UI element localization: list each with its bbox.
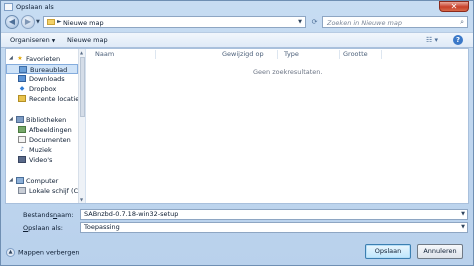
chevron-down-icon[interactable]: ▼	[461, 223, 465, 232]
column-header-size[interactable]: Grootte	[343, 50, 368, 58]
organize-button[interactable]: Organiseren ▼	[10, 36, 55, 44]
chevron-up-icon: ▲	[6, 248, 15, 257]
column-header-name[interactable]: Naam	[95, 50, 114, 58]
window-title: Opslaan als	[16, 3, 54, 11]
save-type-select[interactable]: Toepassing ▼	[80, 222, 468, 233]
sidebar-group-libraries[interactable]: ◢ Bibliotheken	[6, 115, 78, 125]
recent-locations-dropdown-icon[interactable]: ▼	[36, 19, 40, 25]
empty-results-message: Geen zoekresultaten.	[253, 68, 323, 76]
view-options-icon[interactable]: ☷ ▾	[426, 36, 438, 44]
sidebar-item-music[interactable]: ♪ Muziek	[6, 145, 78, 155]
sidebar-item-label: Afbeeldingen	[29, 126, 72, 134]
help-icon[interactable]: ?	[453, 35, 463, 45]
documents-icon	[18, 136, 26, 143]
refresh-icon[interactable]: ⟳	[309, 17, 320, 28]
save-as-dialog: Opslaan als ✕ ◀ ▶ ▼ ► Nieuwe map ▼ ⟳ Zoe…	[0, 0, 474, 266]
sidebar-group-label: Computer	[26, 177, 59, 185]
hide-folders-label: Mappen verbergen	[18, 248, 80, 257]
scroll-down-icon[interactable]: ▼	[80, 197, 83, 202]
recent-places-icon	[18, 95, 26, 102]
sidebar-item-pictures[interactable]: Afbeeldingen	[6, 125, 78, 135]
sidebar-item-label: Documenten	[29, 136, 71, 144]
label-text: pslaan als:	[28, 224, 63, 232]
sidebar-group-label: Bibliotheken	[26, 116, 67, 124]
sidebar-item-documents[interactable]: Documenten	[6, 135, 78, 145]
sidebar-item-label: Bureaublad	[30, 66, 68, 74]
sidebar-item-desktop[interactable]: Bureaublad	[6, 64, 78, 74]
desktop-icon	[19, 66, 27, 73]
music-icon: ♪	[20, 146, 24, 153]
search-placeholder: Zoeken in Nieuwe map	[327, 18, 402, 27]
close-button[interactable]: ✕	[439, 1, 469, 12]
address-dropdown-icon[interactable]: ▼	[298, 19, 302, 25]
column-separator[interactable]	[277, 50, 278, 59]
cancel-button[interactable]: Annuleren	[417, 244, 463, 259]
filename-label: Bestandsnaam:	[23, 211, 74, 219]
sidebar-item-label: Dropbox	[29, 85, 57, 93]
chevron-down-icon: ▼	[51, 39, 56, 44]
sidebar-item-label: Recente locaties	[29, 95, 83, 103]
breadcrumb-current-folder[interactable]: Nieuwe map	[63, 19, 104, 27]
column-separator[interactable]	[339, 50, 340, 59]
local-disk-icon	[18, 187, 26, 194]
search-input[interactable]: Zoeken in Nieuwe map ⌕	[322, 16, 468, 28]
back-button[interactable]: ◀	[5, 15, 19, 29]
navigation-pane: ◢ ★ Favorieten Bureaublad Downloads ◆ Dr…	[6, 49, 86, 203]
column-separator[interactable]	[155, 50, 156, 59]
expanded-triangle-icon[interactable]: ◢	[9, 55, 13, 61]
column-separator[interactable]	[381, 50, 382, 59]
sidebar-item-label: Downloads	[29, 75, 65, 83]
hide-folders-toggle[interactable]: ▲ Mappen verbergen	[6, 248, 79, 257]
sidebar-item-label: Muziek	[29, 146, 52, 154]
window-icon	[4, 3, 13, 11]
label-text: Bestands	[23, 211, 54, 219]
chevron-down-icon[interactable]: ▼	[461, 210, 465, 219]
sidebar-group-favorites[interactable]: ◢ ★ Favorieten	[6, 54, 78, 64]
save-options-panel: Bestandsnaam: SABnzbd-0.7.18-win32-setup…	[1, 205, 473, 266]
column-header-modified[interactable]: Gewijzigd op	[222, 50, 264, 58]
filename-field[interactable]: SABnzbd-0.7.18-win32-setup ▼	[80, 209, 468, 220]
sidebar-item-label: Video's	[29, 156, 53, 164]
new-folder-button[interactable]: Nieuwe map	[67, 36, 108, 44]
label-text: aam:	[57, 211, 74, 219]
filename-value: SABnzbd-0.7.18-win32-setup	[84, 210, 179, 218]
videos-icon	[18, 156, 26, 163]
expanded-triangle-icon[interactable]: ◢	[9, 177, 13, 183]
sidebar-item-dropbox[interactable]: ◆ Dropbox	[6, 84, 78, 94]
pictures-icon	[18, 126, 26, 133]
sidebar-item-downloads[interactable]: Downloads	[6, 74, 78, 84]
browser-pane: ◢ ★ Favorieten Bureaublad Downloads ◆ Dr…	[5, 48, 469, 204]
navigation-bar: ◀ ▶ ▼ ► Nieuwe map ▼ ⟳ Zoeken in Nieuwe …	[1, 14, 473, 31]
scroll-up-icon[interactable]: ▲	[80, 50, 83, 55]
sidebar-item-videos[interactable]: Video's	[6, 155, 78, 165]
computer-icon	[16, 177, 24, 184]
sidebar-item-label: Lokale schijf (C:)	[29, 187, 83, 195]
folder-icon	[47, 19, 55, 25]
downloads-icon	[18, 75, 26, 82]
command-bar: Organiseren ▼ Nieuwe map ☷ ▾ ?	[1, 32, 473, 48]
save-type-value: Toepassing	[84, 223, 120, 231]
forward-button[interactable]: ▶	[21, 15, 35, 29]
address-bar[interactable]: ► Nieuwe map ▼	[43, 16, 306, 28]
save-button[interactable]: Opslaan	[365, 244, 411, 259]
sidebar-item-recent-places[interactable]: Recente locaties	[6, 94, 83, 104]
save-type-label: Opslaan als:	[23, 224, 63, 232]
expanded-triangle-icon[interactable]: ◢	[9, 116, 13, 122]
favorites-star-icon: ★	[17, 55, 23, 62]
column-header-type[interactable]: Type	[284, 50, 299, 58]
organize-label: Organiseren	[10, 36, 50, 44]
sidebar-group-computer[interactable]: ◢ Computer	[6, 176, 78, 186]
search-icon[interactable]: ⌕	[460, 18, 464, 27]
scrollbar-thumb[interactable]	[80, 57, 85, 117]
title-bar: Opslaan als ✕	[1, 1, 473, 14]
sidebar-group-label: Favorieten	[26, 55, 61, 63]
sidebar-item-local-disk[interactable]: Lokale schijf (C:)	[6, 186, 83, 196]
sidebar-scrollbar[interactable]: ▲ ▼	[78, 49, 85, 203]
dropbox-icon: ◆	[19, 85, 25, 92]
breadcrumb-separator-icon[interactable]: ►	[57, 18, 62, 25]
libraries-icon	[16, 116, 24, 123]
file-list: Naam Gewijzigd op Type Grootte Geen zoek…	[87, 49, 468, 203]
